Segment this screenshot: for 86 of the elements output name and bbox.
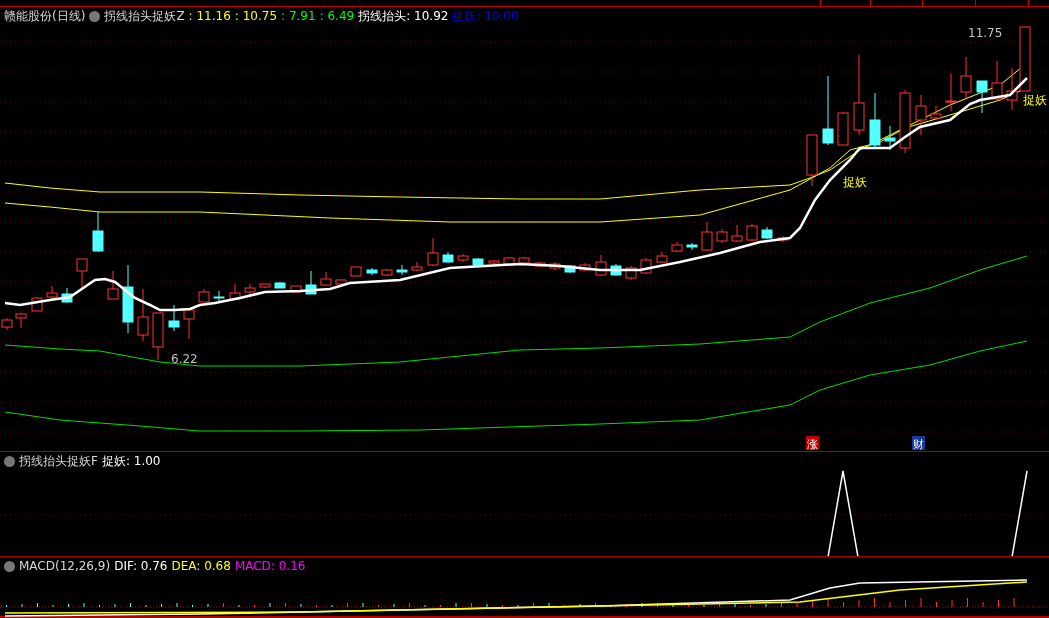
candlestick	[61, 287, 73, 304]
event-marker[interactable]: 涨	[806, 436, 819, 451]
indicator-value: : 11.16	[188, 9, 231, 23]
candlestick	[640, 257, 652, 275]
indicator-value: : 10.75	[234, 9, 278, 23]
stock-title: 赣能股份(日线)	[4, 9, 86, 23]
candlestick	[564, 264, 576, 274]
candlestick	[595, 254, 607, 277]
indicator-name: MACD(12,26,9)	[19, 559, 111, 573]
indicator-value: : 7.91	[281, 9, 316, 23]
candlestick	[152, 312, 164, 361]
candlestick	[960, 56, 972, 99]
candlestick	[549, 261, 561, 271]
candlestick	[671, 241, 683, 253]
low-price-label: 6.22	[171, 352, 198, 366]
candlestick	[534, 261, 546, 268]
candlestick	[290, 285, 302, 293]
candlestick	[411, 261, 423, 272]
candlestick	[472, 257, 484, 267]
indicator-readout: DIF: 0.76	[114, 559, 168, 573]
candlestick	[168, 304, 180, 332]
candlestick	[15, 312, 27, 329]
indicator-readout: DEA: 0.68	[171, 559, 231, 573]
candlestick	[761, 226, 773, 240]
candlestick	[701, 221, 713, 252]
candlestick	[213, 290, 225, 303]
candlestick	[31, 296, 43, 312]
candlestick	[396, 264, 408, 276]
candlestick	[656, 251, 668, 264]
indicator-name: 拐线抬头捉妖Z	[104, 9, 185, 23]
candlestick	[198, 288, 210, 303]
candlestick	[930, 105, 942, 121]
candlestick	[183, 309, 195, 340]
collapse-icon[interactable]	[4, 455, 15, 467]
candlestick	[76, 258, 88, 291]
candlestick	[899, 89, 911, 154]
signal-label: 捉妖	[843, 175, 867, 189]
candlestick	[731, 224, 743, 243]
candlestick	[746, 223, 758, 242]
candlestick	[335, 278, 347, 285]
candlestick	[822, 75, 834, 146]
candlestick	[46, 285, 58, 301]
candlestick	[945, 73, 957, 112]
candlestick	[777, 235, 789, 243]
candlestick	[518, 256, 530, 266]
high-price-label: 11.75	[968, 26, 1003, 40]
indicator-readout: 捉妖: 1.00	[101, 454, 161, 468]
candlestick	[457, 253, 469, 263]
candlestick	[229, 283, 241, 300]
candlestick	[366, 267, 378, 276]
candlestick	[625, 265, 637, 281]
candlestick	[610, 263, 622, 277]
candlestick	[837, 111, 849, 146]
candlestick	[122, 264, 134, 334]
indicator-readout: 拐线抬头: 10.92	[358, 9, 449, 23]
candlestick	[915, 94, 927, 136]
candlestick	[503, 256, 515, 266]
candlestick	[320, 271, 332, 286]
candlestick	[92, 211, 104, 253]
candlestick	[488, 259, 500, 265]
candlestick	[137, 288, 149, 342]
candlestick	[442, 251, 454, 264]
candlestick	[244, 283, 256, 296]
candlestick	[381, 268, 393, 277]
candlestick	[259, 283, 271, 289]
candlestick	[305, 270, 317, 295]
signal-label: 捉妖	[1023, 93, 1047, 107]
event-marker[interactable]: 财	[912, 436, 925, 451]
candlestick	[274, 281, 286, 289]
collapse-icon[interactable]	[4, 560, 15, 572]
candlestick	[716, 228, 728, 244]
indicator-value: : 6.49	[319, 9, 355, 23]
indicator-readout: 捉妖: 10.00	[452, 9, 519, 23]
candlestick	[427, 237, 439, 267]
candlestick	[686, 242, 698, 251]
candlestick	[579, 262, 591, 272]
collapse-icon[interactable]	[89, 10, 101, 22]
candlestick	[976, 80, 988, 114]
indicator-readout: MACD: 0.16	[234, 559, 306, 573]
indicator-name: 拐线抬头捉妖F	[19, 454, 98, 468]
candlestick	[869, 92, 881, 148]
candlestick	[107, 270, 119, 300]
candlestick	[884, 125, 896, 151]
candlestick	[991, 60, 1003, 102]
candlestick	[350, 266, 362, 277]
candlestick	[806, 134, 818, 187]
